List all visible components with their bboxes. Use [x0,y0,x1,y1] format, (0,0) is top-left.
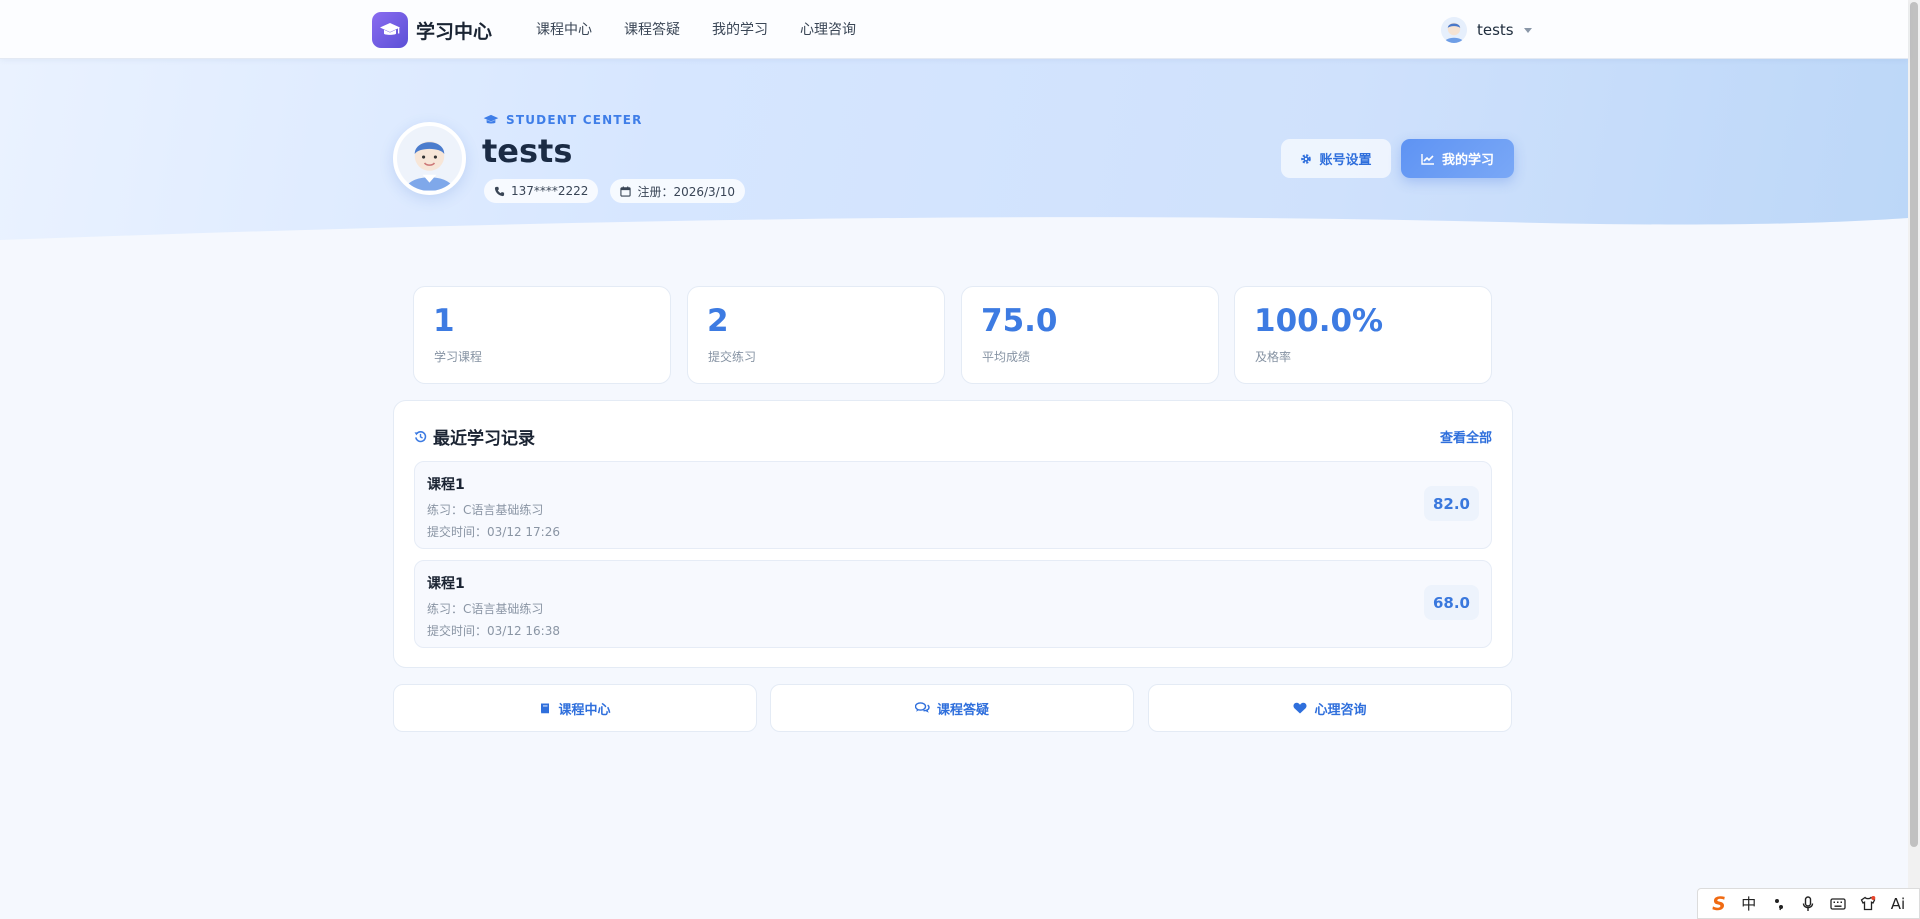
stat-label: 及格率 [1255,350,1292,364]
phone-number: 137****2222 [511,184,589,198]
profile-avatar [393,122,466,195]
hero-actions: 账号设置 我的学习 [1281,139,1514,178]
graduation-cap-icon [483,114,499,124]
records-header: 最近学习记录 [414,424,535,449]
view-all-link[interactable]: 查看全部 [1440,427,1492,446]
calendar-icon [620,185,632,197]
graduation-cap-icon [372,12,408,48]
phone-icon [494,186,505,196]
quick-link-counseling[interactable]: 心理咨询 [1148,684,1512,732]
ime-mode-toggle[interactable]: 中 [1737,892,1761,916]
list-item[interactable]: 课程1 练习：C语言基础练习 提交时间：03/12 17:26 82.0 [414,461,1492,549]
registered-chip: 注册：2026/3/10 [610,179,745,203]
stat-value: 100.0% [1254,303,1384,339]
stat-value: 1 [433,303,455,339]
profile-meta: 137****2222 注册：2026/3/10 [484,179,745,203]
records-title: 最近学习记录 [433,429,535,449]
book-icon [541,703,550,714]
top-navbar: 学习中心 课程中心 课程答疑 我的学习 心理咨询 tests [0,0,1908,59]
quick-link-course-center[interactable]: 课程中心 [393,684,757,732]
stat-card-courses: 1 学习课程 [413,286,671,384]
record-practice: 练习：C语言基础练习 [427,602,544,616]
nav-link-counseling[interactable]: 心理咨询 [800,19,856,39]
recent-records-panel: 最近学习记录 查看全部 课程1 练习：C语言基础练习 提交时间：03/12 17… [393,400,1513,668]
quick-link-course-qa[interactable]: 课程答疑 [770,684,1134,732]
stat-label: 学习课程 [434,350,483,364]
account-settings-label: 账号设置 [1319,152,1372,167]
quick-link-label: 课程答疑 [936,702,989,718]
keyboard-icon[interactable] [1826,892,1850,916]
record-practice: 练习：C语言基础练习 [427,503,544,517]
my-learning-button[interactable]: 我的学习 [1401,139,1514,178]
microphone-icon[interactable] [1796,892,1820,916]
record-score-badge: 68.0 [1424,585,1479,620]
user-menu[interactable]: tests [1441,17,1532,43]
hero-tag: STUDENT CENTER [483,113,643,127]
skin-shirt-icon[interactable] [1856,892,1880,916]
brand-title: 学习中心 [416,20,493,43]
stat-card-average-score: 75.0 平均成绩 [961,286,1219,384]
scrollbar-thumb[interactable] [1910,2,1918,847]
nav-link-course-center[interactable]: 课程中心 [536,19,592,39]
my-learning-label: 我的学习 [1441,152,1494,167]
punctuation-icon[interactable] [1767,892,1791,916]
record-course: 课程1 [427,576,465,592]
registered-date: 注册：2026/3/10 [637,184,735,199]
stat-value: 75.0 [981,303,1058,339]
hero-wave-divider [0,217,1908,254]
phone-chip: 137****2222 [484,179,599,203]
avatar [1441,17,1467,43]
chevron-down-icon [1523,27,1532,33]
nav-links: 课程中心 课程答疑 我的学习 心理咨询 [536,19,856,39]
stat-value: 2 [707,303,729,339]
stat-label: 提交练习 [708,350,757,364]
record-time: 提交时间：03/12 16:38 [427,624,560,638]
history-icon [414,431,427,443]
stat-card-pass-rate: 100.0% 及格率 [1234,286,1492,384]
nav-link-my-learning[interactable]: 我的学习 [712,19,768,39]
ime-toolbar: S 中 Ai [1697,888,1920,919]
page: 学习中心 课程中心 课程答疑 我的学习 心理咨询 tests STUDENT C… [0,0,1920,919]
record-time: 提交时间：03/12 17:26 [427,525,560,539]
stat-card-submissions: 2 提交练习 [687,286,945,384]
record-course: 课程1 [427,477,465,493]
quick-link-label: 课程中心 [558,702,611,718]
heart-icon [1293,702,1307,714]
record-score-badge: 82.0 [1424,486,1479,521]
quick-link-label: 心理咨询 [1314,702,1367,718]
account-settings-button[interactable]: 账号设置 [1281,139,1391,178]
user-name: tests [1477,21,1514,39]
chat-bubbles-icon [914,702,930,713]
gear-icon [1301,153,1312,164]
brand[interactable]: 学习中心 [372,12,492,48]
ime-ai-button[interactable]: Ai [1886,892,1910,916]
ime-logo-icon[interactable]: S [1707,892,1731,916]
line-chart-icon [1421,153,1434,165]
nav-link-course-qa[interactable]: 课程答疑 [624,19,680,39]
stat-label: 平均成绩 [982,350,1031,364]
list-item[interactable]: 课程1 练习：C语言基础练习 提交时间：03/12 16:38 68.0 [414,560,1492,648]
profile-name: tests [482,132,573,170]
hero-tag-text: STUDENT CENTER [506,113,643,127]
